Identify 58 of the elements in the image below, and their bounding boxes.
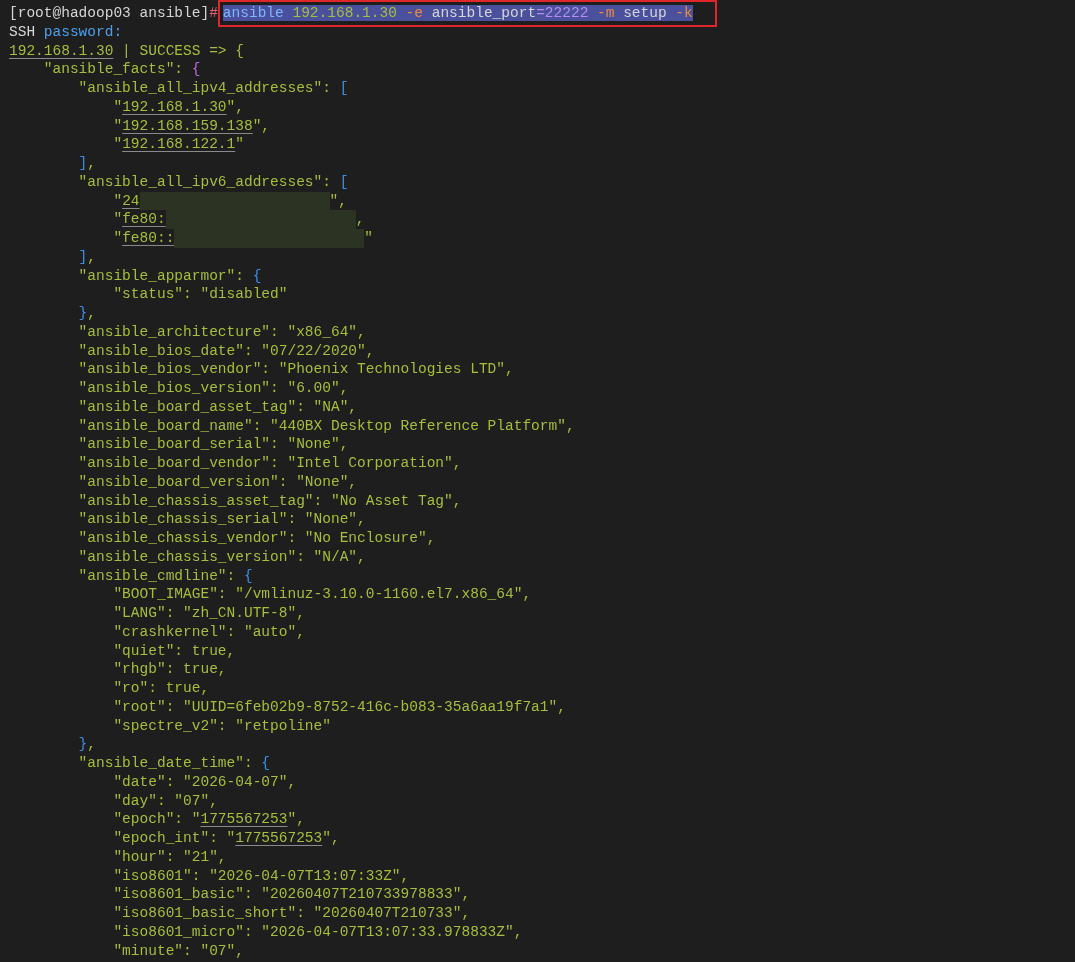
output-line: SSH password: <box>9 22 124 42</box>
output-line: "ansible_apparmor": { <box>77 266 263 286</box>
output-line: "192.168.1.30", <box>112 97 245 117</box>
command-text: ansible 192.168.1.30 -e ansible_port=22222 -m setup -k <box>222 5 693 21</box>
output-line: ], <box>77 247 98 267</box>
output-line: "crashkernel": "auto", <box>112 622 306 642</box>
output-line: "minute": "07", <box>112 941 245 961</box>
output-line: "ansible_board_asset_tag": "NA", <box>77 397 359 417</box>
output-line: "spectre_v2": "retpoline" <box>112 716 332 736</box>
output-line: "root": "UUID=6feb02b9-8752-416c-b083-35a6aa19f7a1", <box>112 697 567 717</box>
terminal-text: " <box>112 211 123 228</box>
output-line: "ansible_chassis_vendor": "No Enclosure", <box>77 529 437 548</box>
output-line: "LANG": "zh_CN.UTF-8", <box>112 604 306 623</box>
output-line: "ansible_chassis_version": "N/A", <box>77 547 367 567</box>
terminal-text: " <box>364 230 374 246</box>
output-line: "day": "07", <box>112 791 219 811</box>
terminal-text: fe80:: <box>122 230 175 246</box>
output-line: "epoch": "1775567253", <box>112 810 306 829</box>
output-line: "ansible_board_vendor": "Intel Corporation", <box>77 454 463 473</box>
output-line: "BOOT_IMAGE": "/vmlinuz-3.10.0-1160.el7.x86_64", <box>112 585 533 604</box>
output-line: "status": "disabled" <box>112 285 289 304</box>
output-line: "ansible_board_name": "440BX Desktop Reference Platform", <box>77 416 576 436</box>
output-line: "ansible_chassis_asset_tag": "No Asset Tag", <box>77 491 463 511</box>
output-line: "hour": "21", <box>112 847 228 867</box>
output-line: "ansible_all_ipv4_addresses": [ <box>77 79 350 98</box>
output-line: "192.168.122.1" <box>112 135 245 154</box>
terminal-text: 24 <box>122 192 140 209</box>
output-line: "rhgb": true, <box>112 660 228 679</box>
output-line: ], <box>77 154 98 173</box>
output-line: "ansible_bios_vendor": "Phoenix Technologies LTD", <box>77 360 515 379</box>
output-line: "iso8601_basic": "20260407T210733978833", <box>112 885 472 904</box>
terminal-text: fe80: <box>122 211 166 228</box>
output-line: "ro": true, <box>112 679 211 698</box>
terminal-text: " <box>112 192 123 209</box>
output-line: "ansible_facts": { <box>42 60 202 79</box>
output-line: "ansible_board_serial": "None", <box>77 435 350 454</box>
output-line: "iso8601": "2026-04-07T13:07:33Z", <box>112 866 411 886</box>
output-line: }, <box>77 304 98 323</box>
output-line: "ansible_all_ipv6_addresses": [ <box>77 172 350 192</box>
output-line: "ansible_cmdline": { <box>77 566 254 586</box>
output-line: "ansible_date_time": { <box>77 754 272 773</box>
output-line: "ansible_architecture": "x86_64", <box>77 322 367 342</box>
output-line: "iso8601_basic_short": "20260407T210733", <box>112 904 472 923</box>
output-line: "ansible_board_version": "None", <box>77 472 359 492</box>
terminal-text: " <box>112 230 123 246</box>
output-line: "quiet": true, <box>112 641 237 661</box>
output-line: "date": "2026-04-07", <box>112 772 298 792</box>
output-line: "192.168.159.138", <box>112 116 272 136</box>
output-line: 192.168.1.30 | SUCCESS => { <box>9 41 245 61</box>
terminal-text: ", <box>329 192 347 209</box>
output-line: "iso8601_micro": "2026-04-07T13:07:33.978833Z", <box>112 922 524 942</box>
terminal-text: , <box>355 211 365 228</box>
shell-prompt: [root@hadoop03 ansible]# <box>9 4 218 23</box>
output-line: "epoch_int": "1775567253", <box>112 829 341 848</box>
output-line: "ansible_bios_date": "07/22/2020", <box>77 341 376 361</box>
output-line: "ansible_bios_version": "6.00", <box>77 379 350 398</box>
output-line: "ansible_chassis_serial": "None", <box>77 510 367 529</box>
output-line: }, <box>77 735 98 754</box>
